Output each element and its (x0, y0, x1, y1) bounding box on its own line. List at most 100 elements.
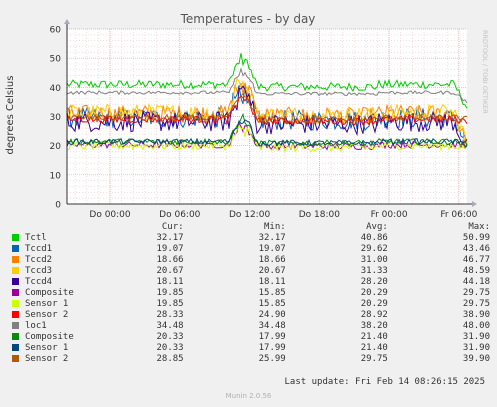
legend-swatch (12, 300, 19, 307)
legend-series: Composite (12, 332, 135, 343)
y-tick-label: 40 (50, 84, 62, 94)
legend-max: 29.75 (462, 288, 490, 298)
x-tick-label: Do 18:00 (299, 210, 341, 220)
legend-swatch (12, 355, 19, 362)
legend-row: Tccd3 20.67 20.67 31.33 48.59 (12, 266, 490, 277)
legend-row: Sensor 2 28.33 24.90 28.92 38.90 (12, 310, 490, 321)
legend-series: Tccd3 (12, 266, 135, 277)
legend-avg: 20.29 (360, 288, 388, 298)
x-axis-arrow (472, 201, 477, 207)
legend-swatch (12, 289, 19, 296)
legend-series-name: Tctl (25, 233, 47, 243)
legend-row: Composite 19.85 15.85 20.29 29.75 (12, 288, 490, 299)
legend-max: 39.90 (462, 354, 490, 364)
legend-cur: 18.66 (156, 255, 184, 265)
x-tick-label: Do 06:00 (159, 210, 201, 220)
legend-header-avg: Avg: (366, 222, 388, 232)
legend-cur: 20.67 (156, 266, 184, 276)
legend-max: 29.75 (462, 299, 490, 309)
legend-series-name: Tccd2 (25, 255, 53, 265)
legend-avg: 28.20 (360, 277, 388, 287)
legend-cur: 19.07 (156, 244, 184, 254)
legend-series-name: Tccd1 (25, 244, 53, 254)
legend-avg: 21.40 (360, 343, 388, 353)
legend-row: Sensor 1 19.85 15.85 20.29 29.75 (12, 299, 490, 310)
legend-swatch (12, 234, 19, 241)
legend-series-name: Composite (25, 332, 74, 342)
x-tick-label: Fr 00:00 (371, 210, 408, 220)
y-tick-label: 20 (50, 142, 62, 152)
legend-max: 44.18 (462, 277, 490, 287)
legend-swatch (12, 311, 19, 318)
last-update: Last update: Fri Feb 14 08:26:15 2025 (284, 377, 485, 387)
legend-series: loc1 (12, 321, 135, 332)
legend-cur: 28.33 (156, 310, 184, 320)
legend-max: 38.90 (462, 310, 490, 320)
legend-row: Tccd2 18.66 18.66 31.00 46.77 (12, 255, 490, 266)
legend-cur: 18.11 (156, 277, 184, 287)
legend-series-name: loc1 (25, 321, 47, 331)
legend-swatch (12, 278, 19, 285)
temperature-chart: Temperatures - by day degrees Celsius RR… (5, 12, 489, 220)
legend-series-name: Tccd4 (25, 277, 53, 287)
x-tick-label: Do 12:00 (229, 210, 271, 220)
legend-swatch (12, 333, 19, 340)
legend-avg: 21.40 (360, 332, 388, 342)
legend-series-name: Sensor 1 (25, 343, 69, 353)
legend-series: Tccd1 (12, 244, 135, 255)
x-tick-label: Fr 06:00 (440, 210, 477, 220)
legend-max: 31.90 (462, 332, 490, 342)
x-tick-label: Do 00:00 (89, 210, 131, 220)
y-tick-label: 60 (50, 26, 62, 36)
x-tick-labels: Do 00:00 Do 06:00 Do 12:00 Do 18:00 Fr 00:00… (89, 210, 477, 220)
legend-row: Tctl 32.17 32.17 40.86 50.99 (12, 233, 490, 244)
legend-series-name: Sensor 2 (25, 354, 69, 364)
legend-min: 25.99 (258, 354, 286, 364)
legend-max: 48.00 (462, 321, 490, 331)
legend-min: 17.99 (258, 332, 286, 342)
legend-series: Tccd2 (12, 255, 135, 266)
legend-max: 46.77 (462, 255, 490, 265)
legend-series-name: Composite (25, 288, 74, 298)
legend-cur: 19.85 (156, 299, 184, 309)
legend-cur: 20.33 (156, 332, 184, 342)
legend-header-cur: Cur: (161, 222, 184, 232)
legend-row: Sensor 2 28.85 25.99 29.75 39.90 (12, 354, 490, 365)
legend-avg: 28.92 (360, 310, 388, 320)
legend-series-name: Sensor 1 (25, 299, 69, 309)
legend-series: Sensor 2 (12, 354, 135, 365)
legend-min: 32.17 (258, 233, 286, 243)
y-tick-label: 10 (50, 171, 62, 181)
legend-min: 15.85 (258, 288, 286, 298)
y-tick-labels: 0 10 20 30 40 50 60 (50, 26, 62, 211)
legend-row: Composite 20.33 17.99 21.40 31.90 (12, 332, 490, 343)
legend-series-name: Sensor 2 (25, 310, 69, 320)
legend-avg: 29.62 (360, 244, 388, 254)
legend-avg: 31.33 (360, 266, 388, 276)
legend-cur: 32.17 (156, 233, 184, 243)
legend-series: Sensor 1 (12, 299, 135, 310)
legend-min: 19.07 (258, 244, 286, 254)
legend-max: 31.90 (462, 343, 490, 353)
legend-cur: 20.33 (156, 343, 184, 353)
legend-series: Tctl (12, 233, 135, 244)
legend-series: Composite (12, 288, 135, 299)
legend-avg: 40.86 (360, 233, 388, 243)
legend-header-min: Min: (264, 222, 286, 232)
legend-avg: 31.00 (360, 255, 388, 265)
legend-min: 34.48 (258, 321, 286, 331)
legend-min: 17.99 (258, 343, 286, 353)
legend-swatch (12, 267, 19, 274)
legend-min: 18.11 (258, 277, 286, 287)
legend-row: Sensor 1 20.33 17.99 21.40 31.90 (12, 343, 490, 354)
y-axis-label: degrees Celsius (5, 76, 16, 155)
legend-max: 48.59 (462, 266, 490, 276)
legend-max: 43.46 (462, 244, 490, 254)
legend-min: 18.66 (258, 255, 286, 265)
legend-table: Cur: Min: Avg: Max: Tctl 32.17 32.17 40.86 5… (12, 222, 490, 365)
legend-row: Tccd4 18.11 18.11 28.20 44.18 (12, 277, 490, 288)
legend-series: Sensor 2 (12, 310, 135, 321)
legend-row: Tccd1 19.07 19.07 29.62 43.46 (12, 244, 490, 255)
legend-series: Tccd4 (12, 277, 135, 288)
legend-avg: 38.20 (360, 321, 388, 331)
